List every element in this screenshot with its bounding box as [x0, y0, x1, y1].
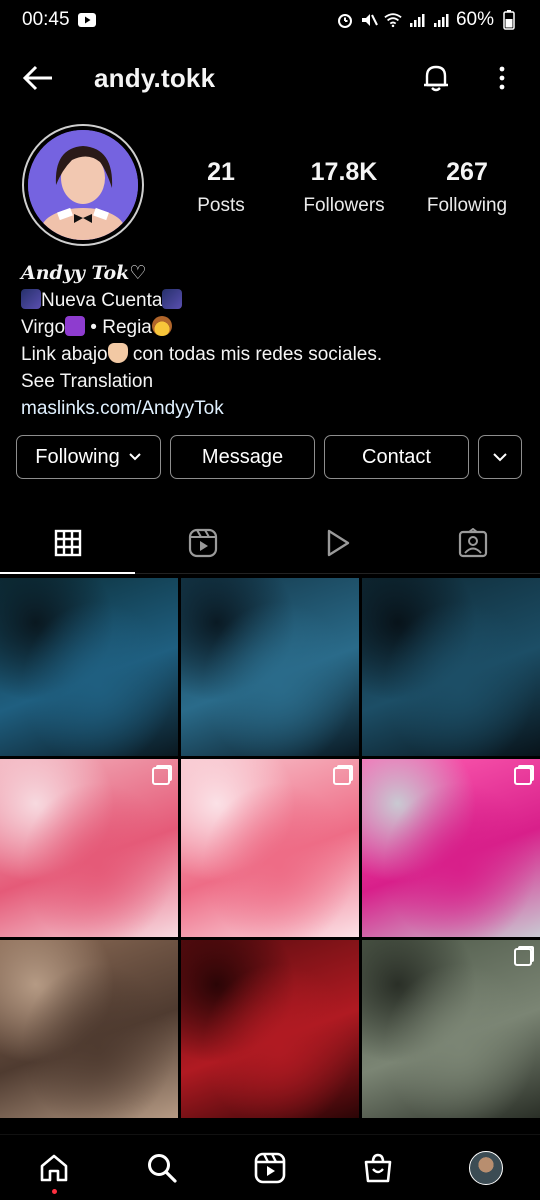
profile-header: andy.tokk — [0, 50, 540, 106]
post-thumbnail[interactable] — [0, 759, 178, 937]
post-thumbnail[interactable] — [362, 578, 540, 756]
profile-stats: 21 Posts 17.8K Followers 267 Following — [166, 158, 522, 217]
following-stat[interactable]: 267 Following — [412, 158, 522, 217]
bio-line-2b-text: • Regia — [85, 317, 152, 338]
bio-line-1-text: Nueva Cuenta — [41, 290, 163, 311]
nav-search[interactable] — [134, 1140, 190, 1196]
profile-tabs — [0, 512, 540, 574]
bottom-navigation — [0, 1134, 540, 1200]
profile-avatar[interactable] — [22, 124, 144, 246]
back-arrow-icon — [22, 65, 52, 91]
tab-grid[interactable] — [0, 512, 135, 574]
message-button-label: Message — [201, 445, 284, 468]
mute-icon — [360, 11, 378, 29]
tab-videos[interactable] — [270, 512, 405, 573]
display-name: Andyy Tok♡ — [21, 262, 147, 284]
tab-reels[interactable] — [135, 512, 270, 573]
followers-label: Followers — [303, 195, 385, 216]
nav-home[interactable] — [26, 1140, 82, 1196]
post-thumbnail[interactable] — [362, 940, 540, 1118]
vertical-dots-icon — [499, 66, 505, 90]
nav-shop[interactable] — [350, 1140, 406, 1196]
following-count: 267 — [446, 158, 488, 186]
following-label: Following — [426, 195, 508, 216]
post-thumbnail[interactable] — [0, 578, 178, 756]
post-thumbnail[interactable] — [181, 759, 359, 937]
battery-icon — [500, 10, 518, 30]
bell-icon — [424, 65, 448, 92]
tagged-icon — [458, 527, 487, 557]
profile-summary: 21 Posts 17.8K Followers 267 Following — [0, 124, 540, 254]
see-translation-link[interactable]: See Translation — [21, 368, 521, 395]
chevron-down-icon — [129, 453, 141, 461]
following-button[interactable]: Following — [16, 435, 161, 479]
signal-icon-2 — [432, 11, 450, 29]
shop-icon — [364, 1153, 392, 1182]
carousel-icon — [514, 767, 532, 785]
reels-icon — [188, 528, 217, 557]
youtube-notification-icon — [77, 11, 96, 29]
chevron-down-icon — [493, 453, 507, 462]
bio-line-1: Nueva Cuenta — [21, 287, 521, 314]
carousel-icon — [152, 767, 170, 785]
following-button-label: Following — [35, 445, 120, 468]
bio-line-3a-text: Link abajo — [21, 344, 108, 365]
avatar-image — [28, 130, 138, 240]
followers-count: 17.8K — [310, 158, 378, 186]
nav-reels[interactable] — [242, 1140, 298, 1196]
suggested-accounts-button[interactable] — [478, 435, 522, 479]
alarm-icon — [336, 11, 354, 29]
bio-line-2a-text: Virgo — [21, 317, 66, 338]
sparkle-night-emoji-icon — [21, 289, 41, 309]
home-notification-dot — [51, 1188, 57, 1194]
signal-icon-1 — [408, 11, 426, 29]
home-icon — [40, 1154, 68, 1181]
virgo-emoji-icon — [65, 316, 86, 336]
pointing-down-emoji-icon — [107, 343, 128, 363]
carousel-icon — [514, 948, 532, 966]
carousel-icon — [333, 767, 351, 785]
posts-grid — [0, 578, 540, 1118]
message-button[interactable]: Message — [170, 435, 315, 479]
status-bar: 00:45 60% — [0, 0, 540, 40]
profile-username: andy.tokk — [94, 62, 216, 93]
profile-bio: Andyy Tok♡ Nueva Cuenta Virgo • Regia Li… — [21, 260, 521, 422]
profile-actions: Following Message Contact — [16, 435, 524, 479]
post-thumbnail[interactable] — [181, 578, 359, 756]
post-thumbnail[interactable] — [362, 759, 540, 937]
cowboy-face-emoji-icon — [151, 316, 172, 336]
sparkle-night-emoji-icon — [162, 289, 183, 309]
wifi-icon — [384, 11, 402, 29]
posts-stat[interactable]: 21 Posts — [166, 158, 276, 217]
bio-line-3: Link abajo con todas mis redes sociales. — [21, 341, 521, 368]
contact-button[interactable]: Contact — [324, 435, 469, 479]
bio-website-link[interactable]: maslinks.com/AndyyTok — [21, 395, 521, 422]
profile-avatar-icon — [469, 1150, 503, 1185]
grid-icon — [54, 529, 81, 556]
more-options-button[interactable] — [484, 60, 520, 96]
bio-line-3b-text: con todas mis redes sociales. — [127, 344, 383, 365]
contact-button-label: Contact — [362, 445, 431, 468]
bio-line-2: Virgo • Regia — [21, 314, 521, 341]
play-icon — [327, 529, 349, 556]
post-thumbnail[interactable] — [181, 940, 359, 1118]
notifications-button[interactable] — [418, 60, 454, 96]
nav-profile[interactable] — [458, 1140, 514, 1196]
battery-percent: 60% — [455, 9, 494, 30]
post-thumbnail[interactable] — [0, 940, 178, 1118]
followers-stat[interactable]: 17.8K Followers — [289, 158, 399, 217]
posts-label: Posts — [197, 195, 245, 216]
reels-icon — [254, 1152, 286, 1183]
tab-tagged[interactable] — [405, 512, 540, 573]
back-button[interactable] — [20, 60, 56, 96]
search-icon — [148, 1153, 177, 1183]
status-time: 00:45 — [22, 9, 70, 30]
posts-count: 21 — [207, 158, 235, 186]
